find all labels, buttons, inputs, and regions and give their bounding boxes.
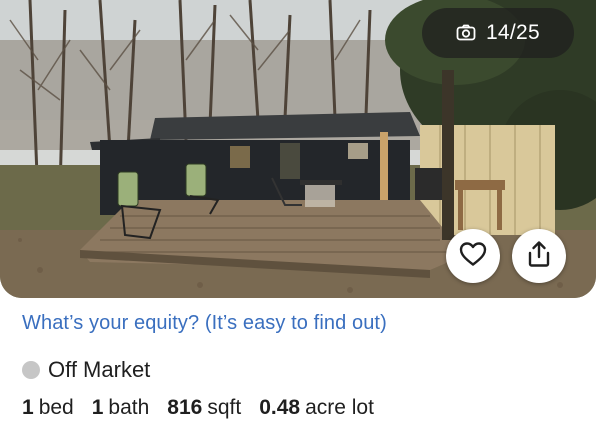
listing-status: Off Market	[22, 357, 150, 383]
property-facts: 1 bed 1 bath 816 sqft 0.48 acre lot	[22, 396, 392, 420]
status-label: Off Market	[48, 357, 151, 382]
fact-beds: 1 bed	[22, 396, 74, 419]
heart-icon	[459, 241, 487, 272]
photo-counter[interactable]: 14/25	[421, 8, 574, 58]
fact-baths: 1 bath	[91, 396, 150, 419]
fact-sqft: 816 sqft	[167, 396, 242, 419]
fact-lot-size: 0.48 acre lot	[259, 396, 374, 419]
camera-icon	[456, 23, 476, 43]
share-button[interactable]	[512, 229, 566, 283]
photo-counter-text: 14/25	[485, 21, 540, 44]
favorite-button[interactable]	[446, 229, 500, 283]
equity-link[interactable]: What’s your equity? (It’s easy to find o…	[22, 312, 387, 335]
share-icon	[526, 240, 552, 273]
listing-photo[interactable]: 14/25	[0, 0, 596, 298]
status-dot	[22, 361, 40, 379]
listing-card[interactable]: 14/25 What’s your equity? (It’s easy to …	[0, 0, 596, 446]
